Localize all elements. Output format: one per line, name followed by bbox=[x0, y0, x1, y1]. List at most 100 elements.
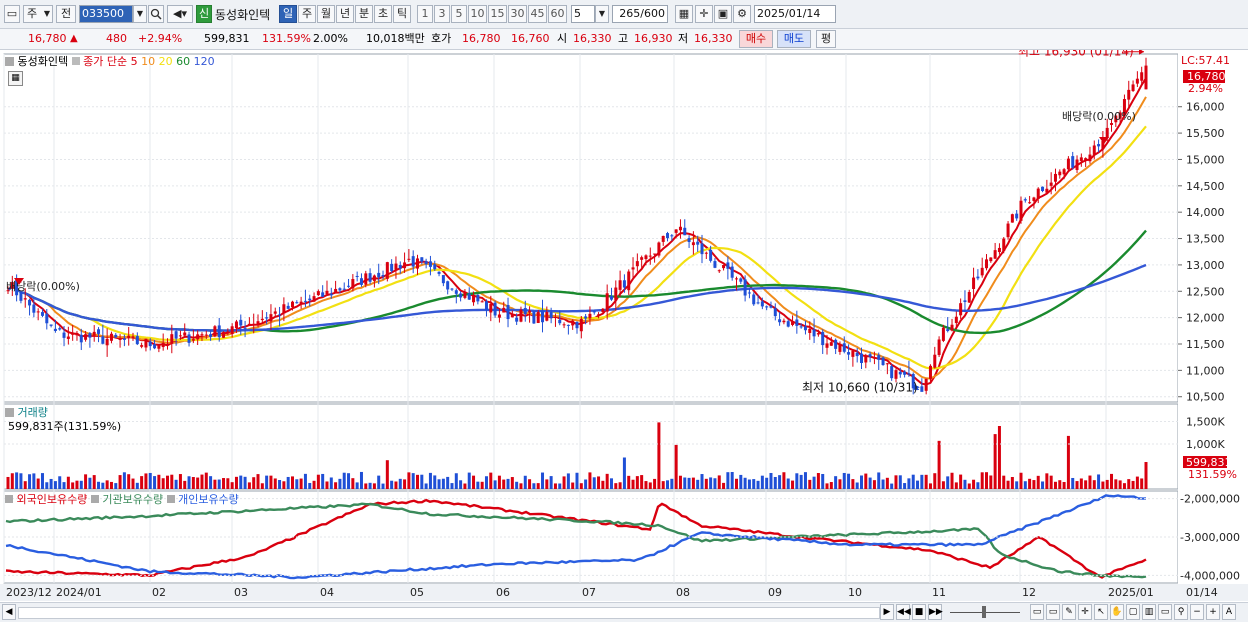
period-tab-5[interactable]: 초 bbox=[374, 5, 392, 23]
volume-bar bbox=[1114, 479, 1118, 489]
crosshair-icon[interactable]: ✛ bbox=[695, 5, 713, 23]
volume-bar bbox=[842, 472, 846, 489]
fast-forward-icon[interactable]: ▶▶ bbox=[928, 604, 943, 620]
volume-bar bbox=[920, 474, 924, 489]
volume-bar bbox=[941, 481, 945, 489]
interval-button-7[interactable]: 60 bbox=[548, 5, 567, 23]
candle-body bbox=[1140, 72, 1144, 81]
volume-bar bbox=[916, 480, 920, 489]
volume-bar bbox=[713, 478, 717, 489]
period-tab-1[interactable]: 주 bbox=[298, 5, 316, 23]
rewind-icon[interactable]: ◀◀ bbox=[896, 604, 911, 620]
candle-body bbox=[144, 338, 148, 348]
interval-button-0[interactable]: 1 bbox=[417, 5, 433, 23]
gear-icon[interactable]: ⚙ bbox=[733, 5, 751, 23]
volume-bar bbox=[312, 480, 316, 489]
volume-bar bbox=[291, 476, 294, 489]
volume-bar bbox=[541, 472, 545, 489]
count-input[interactable]: 265/600 bbox=[612, 5, 668, 23]
candle-body bbox=[256, 321, 260, 326]
grid-lines bbox=[0, 50, 1248, 601]
candle-body bbox=[515, 317, 519, 322]
scroll-track[interactable] bbox=[18, 607, 880, 619]
period-tab-2[interactable]: 월 bbox=[317, 5, 335, 23]
calculator-icon[interactable]: ▦ bbox=[8, 71, 23, 86]
volume-bar bbox=[959, 474, 963, 489]
period-tab-0[interactable]: 일 bbox=[279, 5, 297, 23]
sell-button[interactable]: 매도 bbox=[777, 30, 811, 48]
search-tool-icon[interactable]: ⚲ bbox=[1174, 604, 1188, 620]
period-tab-4[interactable]: 분 bbox=[355, 5, 373, 23]
window-menu-icon[interactable]: ▭ bbox=[4, 5, 20, 23]
x-axis-label: 04 bbox=[320, 586, 334, 599]
candle-body bbox=[312, 296, 316, 302]
candle-body bbox=[985, 259, 989, 269]
price-tick-label: 13,000 bbox=[1186, 259, 1225, 272]
bottom-scrollbar[interactable]: ◀ ▶ ◀◀ ■ ▶▶ ▭ ▭ ✎ ✛ ↖ ✋ ▢ ▥ ▭ ⚲ − + A bbox=[0, 602, 1248, 622]
volume-bar bbox=[765, 477, 769, 489]
speaker-icon[interactable]: ◀▾ bbox=[167, 5, 193, 23]
candle-body bbox=[541, 310, 545, 323]
zoom-out-icon[interactable]: − bbox=[1190, 604, 1204, 620]
candle-body bbox=[933, 354, 937, 368]
volume-bar bbox=[506, 478, 510, 489]
interval-button-1[interactable]: 3 bbox=[434, 5, 450, 23]
layout-icon[interactable]: ▭ bbox=[1030, 604, 1044, 620]
chart-area[interactable]: 최고 16,930 (01/14) 최저 10,660 (10/31) 배당락(0.… bbox=[0, 45, 1248, 602]
volume-bar bbox=[1118, 480, 1122, 489]
candle-body bbox=[347, 285, 351, 287]
draw-icon[interactable]: ✎ bbox=[1062, 604, 1076, 620]
scroll-right-icon[interactable]: ▶ bbox=[880, 604, 894, 620]
interval-button-4[interactable]: 15 bbox=[488, 5, 507, 23]
code-dropdown-chevron-icon[interactable]: ▼ bbox=[133, 5, 147, 23]
volume-bar bbox=[407, 472, 411, 489]
interval-button-6[interactable]: 45 bbox=[528, 5, 547, 23]
candle-body bbox=[941, 327, 945, 341]
volume-bar bbox=[437, 479, 441, 489]
volume-bar bbox=[704, 478, 708, 489]
interval-chevron-icon[interactable]: ▼ bbox=[595, 5, 609, 23]
stop-icon[interactable]: ■ bbox=[912, 604, 926, 620]
volume-bar bbox=[196, 477, 200, 489]
code-input[interactable]: 033500 bbox=[79, 5, 133, 23]
crosshair-tool-icon[interactable]: ✛ bbox=[1078, 604, 1092, 620]
hand-icon[interactable]: ✋ bbox=[1110, 604, 1124, 620]
zoom-slider-handle[interactable] bbox=[982, 606, 986, 618]
layout2-icon[interactable]: ▭ bbox=[1046, 604, 1060, 620]
save-icon[interactable]: ▣ bbox=[714, 5, 732, 23]
period-tab-3[interactable]: 년 bbox=[336, 5, 354, 23]
buy-button[interactable]: 매수 bbox=[739, 30, 773, 48]
interval-value-input[interactable]: 5 bbox=[571, 5, 595, 23]
ask-price: 16,780 bbox=[462, 32, 501, 45]
trading-amount: 10,018백만 bbox=[366, 32, 425, 45]
period-tab-6[interactable]: 틱 bbox=[393, 5, 411, 23]
chart-settings-icon[interactable]: ▦ bbox=[675, 5, 693, 23]
interval-button-2[interactable]: 5 bbox=[451, 5, 467, 23]
candle-body bbox=[329, 293, 333, 296]
candle-body bbox=[825, 343, 829, 348]
window-icon[interactable]: ▭ bbox=[1158, 604, 1172, 620]
candle-body bbox=[101, 336, 105, 344]
candle-body bbox=[528, 310, 532, 313]
eval-button[interactable]: 평 bbox=[816, 30, 836, 48]
candle-body bbox=[454, 290, 458, 294]
volume-bar bbox=[265, 475, 269, 489]
zoom-area-icon[interactable]: ▢ bbox=[1126, 604, 1140, 620]
min-annotation: 최저 10,660 (10/31) bbox=[802, 380, 918, 394]
candle-body bbox=[1032, 197, 1036, 201]
scroll-left-icon[interactable]: ◀ bbox=[2, 604, 16, 620]
candle-body bbox=[704, 252, 708, 254]
zoom-in-icon[interactable]: + bbox=[1206, 604, 1220, 620]
tile-icon[interactable]: ▥ bbox=[1142, 604, 1156, 620]
market-select[interactable]: 주 ▼ bbox=[23, 5, 53, 23]
chart-svg[interactable]: 최고 16,930 (01/14) 최저 10,660 (10/31) 배당락(0.… bbox=[0, 45, 1248, 602]
prev-button[interactable]: 전 bbox=[56, 5, 76, 23]
date-input[interactable]: 2025/01/14 bbox=[754, 5, 836, 23]
interval-button-5[interactable]: 30 bbox=[508, 5, 527, 23]
text-tool-icon[interactable]: A bbox=[1222, 604, 1236, 620]
volume-bar bbox=[847, 473, 851, 489]
cursor-icon[interactable]: ↖ bbox=[1094, 604, 1108, 620]
search-icon[interactable] bbox=[148, 5, 164, 23]
interval-button-3[interactable]: 10 bbox=[468, 5, 487, 23]
pct-tag: 2.94% bbox=[1188, 82, 1223, 95]
